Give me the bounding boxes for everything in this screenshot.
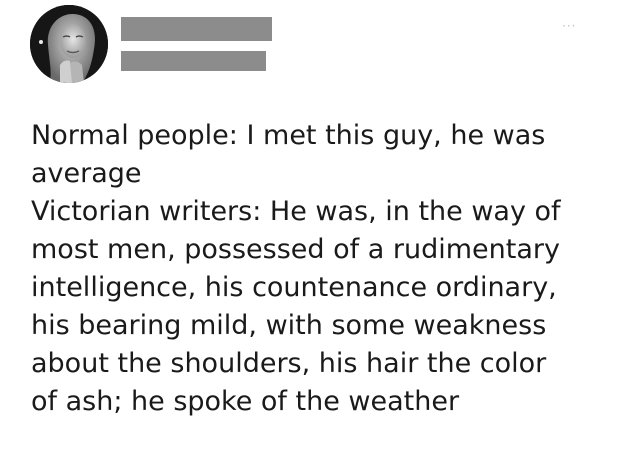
tweet-text-line: average [31, 158, 142, 189]
tweet-text-line: intelligence, his countenance ordinary, [31, 272, 557, 303]
tweet-text-line: about the shoulders, his hair the color [31, 348, 547, 379]
tweet-text-line: of ash; he spoke of the weather [31, 386, 460, 417]
tweet-text-line: most men, possessed of a rudimentary [31, 234, 560, 265]
tweet-text-line: Victorian writers: He was, in the way of [31, 196, 561, 227]
tweet-text: Normal people: I met this guy, he was av… [31, 117, 611, 421]
redacted-display-name [121, 17, 272, 41]
more-options-icon[interactable]: ··· [562, 20, 576, 32]
avatar-dot [39, 40, 43, 44]
avatar-photo [30, 5, 108, 83]
tweet-card: ··· Normal people: I met this guy, he wa… [0, 0, 622, 472]
avatar[interactable] [30, 5, 108, 83]
tweet-text-line: Normal people: I met this guy, he was [31, 120, 546, 151]
tweet-text-line: his bearing mild, with some weakness [31, 310, 547, 341]
redacted-username [121, 51, 266, 71]
